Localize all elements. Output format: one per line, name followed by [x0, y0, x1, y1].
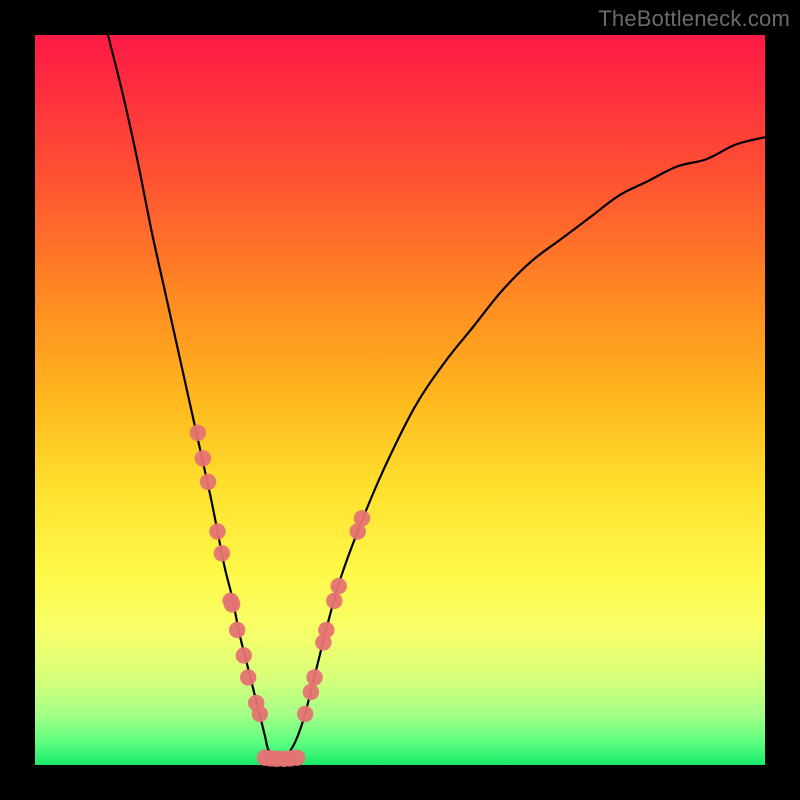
chart-frame: TheBottleneck.com — [0, 0, 800, 800]
data-marker — [229, 622, 245, 638]
plot-area — [35, 35, 765, 765]
data-marker — [200, 474, 216, 490]
marker-group-right — [297, 510, 370, 722]
marker-group-left — [190, 425, 268, 723]
data-marker — [209, 523, 225, 539]
data-marker — [318, 622, 334, 638]
data-marker — [190, 425, 206, 441]
data-marker — [195, 450, 211, 466]
data-marker — [354, 510, 370, 526]
data-marker — [326, 593, 342, 609]
data-marker — [289, 750, 305, 766]
data-marker — [236, 647, 252, 663]
watermark-text: TheBottleneck.com — [598, 6, 790, 32]
data-marker — [214, 545, 230, 561]
marker-group-bottom — [257, 750, 306, 768]
data-marker — [240, 669, 256, 685]
data-marker — [306, 669, 322, 685]
data-marker — [224, 596, 240, 612]
curve-line — [108, 35, 765, 759]
data-marker — [297, 706, 313, 722]
data-marker — [252, 706, 268, 722]
data-marker — [331, 578, 347, 594]
chart-overlay — [35, 35, 765, 765]
data-marker — [303, 684, 319, 700]
